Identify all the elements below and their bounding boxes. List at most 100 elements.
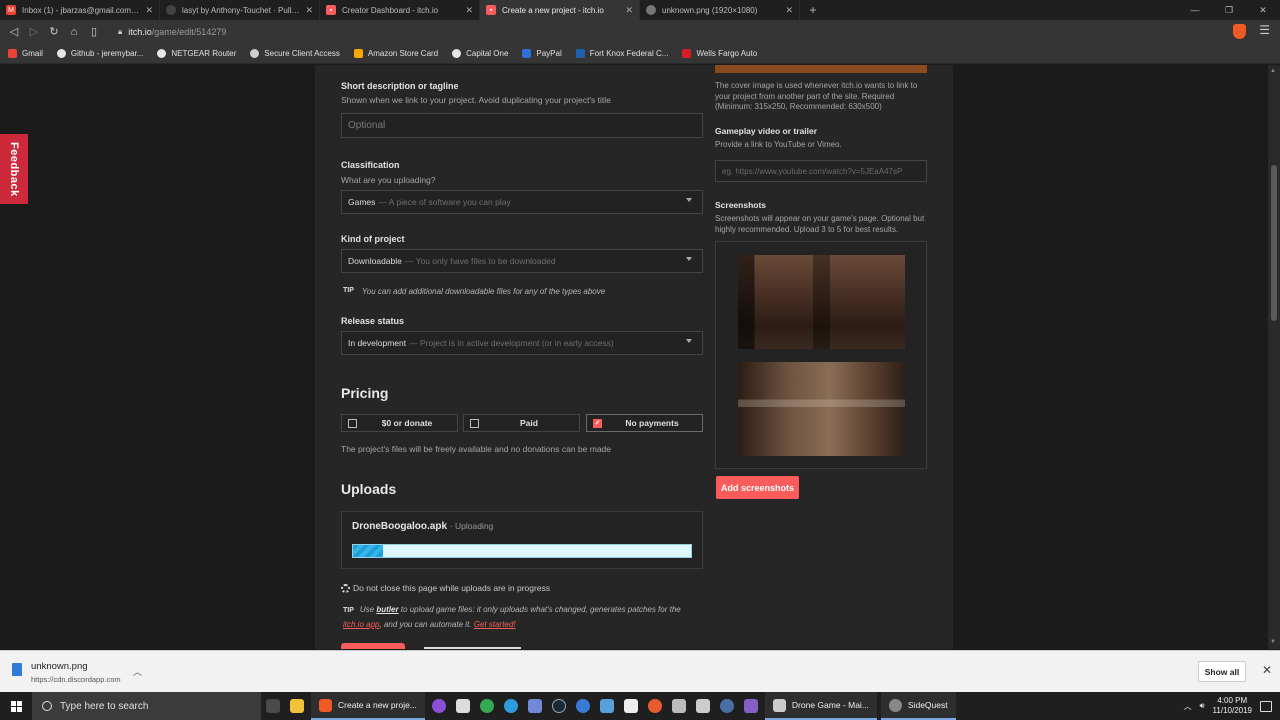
visual-studio-icon[interactable] (739, 692, 763, 720)
app-icon[interactable] (667, 692, 691, 720)
bookmark-paypal[interactable]: PayPal (522, 48, 562, 58)
upload-files-button[interactable] (341, 643, 405, 649)
discord-icon[interactable] (523, 692, 547, 720)
task-view-icon[interactable] (261, 692, 285, 720)
tab-title: unknown.png (1920×1080) (662, 5, 758, 15)
minimize-icon[interactable]: — (1178, 0, 1212, 20)
app-icon[interactable] (715, 692, 739, 720)
close-icon[interactable]: ✕ (1262, 663, 1272, 677)
download-item[interactable]: unknown.png https://cdn.discordapp.com (12, 661, 121, 684)
cover-image-preview (715, 65, 927, 73)
short-desc-input[interactable]: Optional (341, 113, 703, 138)
github-icon (166, 5, 176, 15)
close-icon[interactable]: ✕ (785, 5, 793, 16)
restore-icon[interactable]: ❐ (1212, 0, 1246, 20)
edit-game-panel: Short description or tagline Shown when … (315, 65, 953, 649)
bookmark-label: Secure Client Access (264, 48, 340, 58)
bookmark-fort-knox[interactable]: Fort Knox Federal C... (575, 48, 669, 58)
page-scrollbar[interactable]: ▲ ▼ (1268, 65, 1280, 649)
kind-tip: TIP You can add additional downloadable … (343, 287, 605, 296)
bookmark-gmail[interactable]: Gmail (8, 48, 43, 58)
itchio-icon: ▪ (326, 5, 336, 15)
tab-gmail[interactable]: M Inbox (1) - jbarzas@gmail.com - G ✕ (0, 0, 160, 20)
bookmark-secure-client[interactable]: Secure Client Access (250, 48, 340, 58)
clock-date: 11/10/2019 (1212, 706, 1252, 715)
scroll-down-icon[interactable]: ▼ (1270, 639, 1276, 645)
notifications-icon[interactable] (1260, 700, 1272, 712)
bookmark-icon[interactable]: ▯ (84, 21, 104, 43)
video-url-input[interactable]: eg. https://www.youtube.com/watch?v=5JEa… (715, 160, 927, 182)
secondary-upload-button[interactable] (424, 647, 521, 649)
chevron-down-icon (686, 257, 692, 261)
browser-tab-bar: M Inbox (1) - jbarzas@gmail.com - G ✕ la… (0, 0, 1280, 20)
screenshot-thumbnail[interactable] (738, 255, 905, 349)
add-screenshots-button[interactable]: Add screenshots (716, 476, 799, 499)
itchio-app-link[interactable]: itch.io app (343, 620, 379, 629)
close-icon[interactable]: ✕ (465, 5, 473, 16)
close-icon[interactable]: ✕ (305, 5, 313, 16)
reload-icon[interactable]: ↻ (44, 21, 64, 43)
bookmark-capital-one[interactable]: Capital One (452, 48, 508, 58)
gmail-icon: M (6, 5, 16, 15)
close-window-icon[interactable]: ✕ (1246, 0, 1280, 20)
get-started-link[interactable]: Get started! (474, 620, 516, 629)
tab-unknown-png[interactable]: unknown.png (1920×1080) ✕ (640, 0, 800, 20)
brave-shield-icon[interactable] (1233, 24, 1246, 39)
tab-creator-dashboard[interactable]: ▪ Creator Dashboard - itch.io ✕ (320, 0, 480, 20)
app-icon[interactable] (499, 692, 523, 720)
back-icon[interactable]: ◁ (4, 21, 24, 43)
feedback-tab[interactable]: Feedback (0, 134, 28, 204)
kind-select[interactable]: Downloadable — You only have files to be… (341, 249, 703, 273)
butler-link[interactable]: butler (376, 605, 398, 614)
taskbar-app-unity[interactable]: Drone Game - Mai... (764, 692, 877, 720)
screenshot-thumbnail[interactable] (738, 362, 905, 456)
app-icon[interactable] (643, 692, 667, 720)
scrollbar-thumb[interactable] (1271, 165, 1277, 321)
tab-create-project[interactable]: ▪ Create a new project - itch.io ✕ (480, 0, 640, 20)
close-icon[interactable]: ✕ (145, 5, 153, 16)
new-tab-button[interactable]: + (800, 0, 826, 20)
taskbar-app-sidequest[interactable]: SideQuest (880, 692, 956, 720)
bookmark-label: Fort Knox Federal C... (589, 48, 669, 58)
bookmark-github[interactable]: Github - jeremybar... (56, 48, 143, 58)
start-button[interactable] (0, 692, 32, 720)
app-icon[interactable] (571, 692, 595, 720)
tab-github[interactable]: lasyt by Anthony-Touchet · Pull Re ✕ (160, 0, 320, 20)
url-field[interactable]: 🔒︎ itch.io/game/edit/514279 (118, 22, 1218, 41)
chevron-up-icon[interactable]: ︿ (133, 665, 142, 678)
chrome-icon[interactable] (475, 692, 499, 720)
forward-icon[interactable]: ▷ (24, 21, 44, 43)
scroll-up-icon[interactable]: ▲ (1270, 68, 1276, 74)
unity-icon[interactable] (451, 692, 475, 720)
pricing-paid-option[interactable]: Paid (463, 414, 580, 432)
app-icon[interactable] (427, 692, 451, 720)
app-icon[interactable] (595, 692, 619, 720)
file-explorer-icon[interactable] (285, 692, 309, 720)
tip-text: , and you can automate it. (379, 620, 474, 629)
clock-time: 4:00 PM (1217, 696, 1248, 705)
chevron-up-icon[interactable]: ︿ (1184, 701, 1192, 712)
bookmark-amazon[interactable]: Amazon Store Card (353, 48, 438, 58)
release-select[interactable]: In development — Project is in active de… (341, 331, 703, 355)
taskbar-clock[interactable]: 4:00 PM 11/10/2019 (1213, 696, 1252, 716)
show-all-button[interactable]: Show all (1198, 661, 1246, 682)
bookmark-wells-fargo[interactable]: Wells Fargo Auto (682, 48, 757, 58)
classification-select[interactable]: Games — A piece of software you can play (341, 190, 703, 214)
pricing-no-payments-option[interactable]: ✓ No payments (586, 414, 703, 432)
volume-icon[interactable]: 🔊︎ (1200, 701, 1205, 711)
menu-icon[interactable]: ☰ (1259, 23, 1270, 37)
close-icon[interactable]: ✕ (625, 5, 633, 16)
pricing-donate-option[interactable]: $0 or donate (341, 414, 458, 432)
home-icon[interactable]: ⌂ (64, 21, 84, 43)
app-icon[interactable] (691, 692, 715, 720)
release-label: Release status (341, 316, 405, 326)
search-icon (42, 701, 52, 711)
taskbar-search[interactable]: Type here to search (32, 692, 261, 720)
epic-games-icon[interactable] (619, 692, 643, 720)
steam-icon[interactable] (547, 692, 571, 720)
upload-progress-bar (352, 544, 692, 558)
taskbar-app-browser[interactable]: Create a new proje... (311, 692, 425, 720)
taskbar-app-label: Drone Game - Mai... (791, 700, 869, 710)
tip-tag: TIP (343, 607, 354, 614)
bookmark-netgear[interactable]: NETGEAR Router (157, 48, 236, 58)
